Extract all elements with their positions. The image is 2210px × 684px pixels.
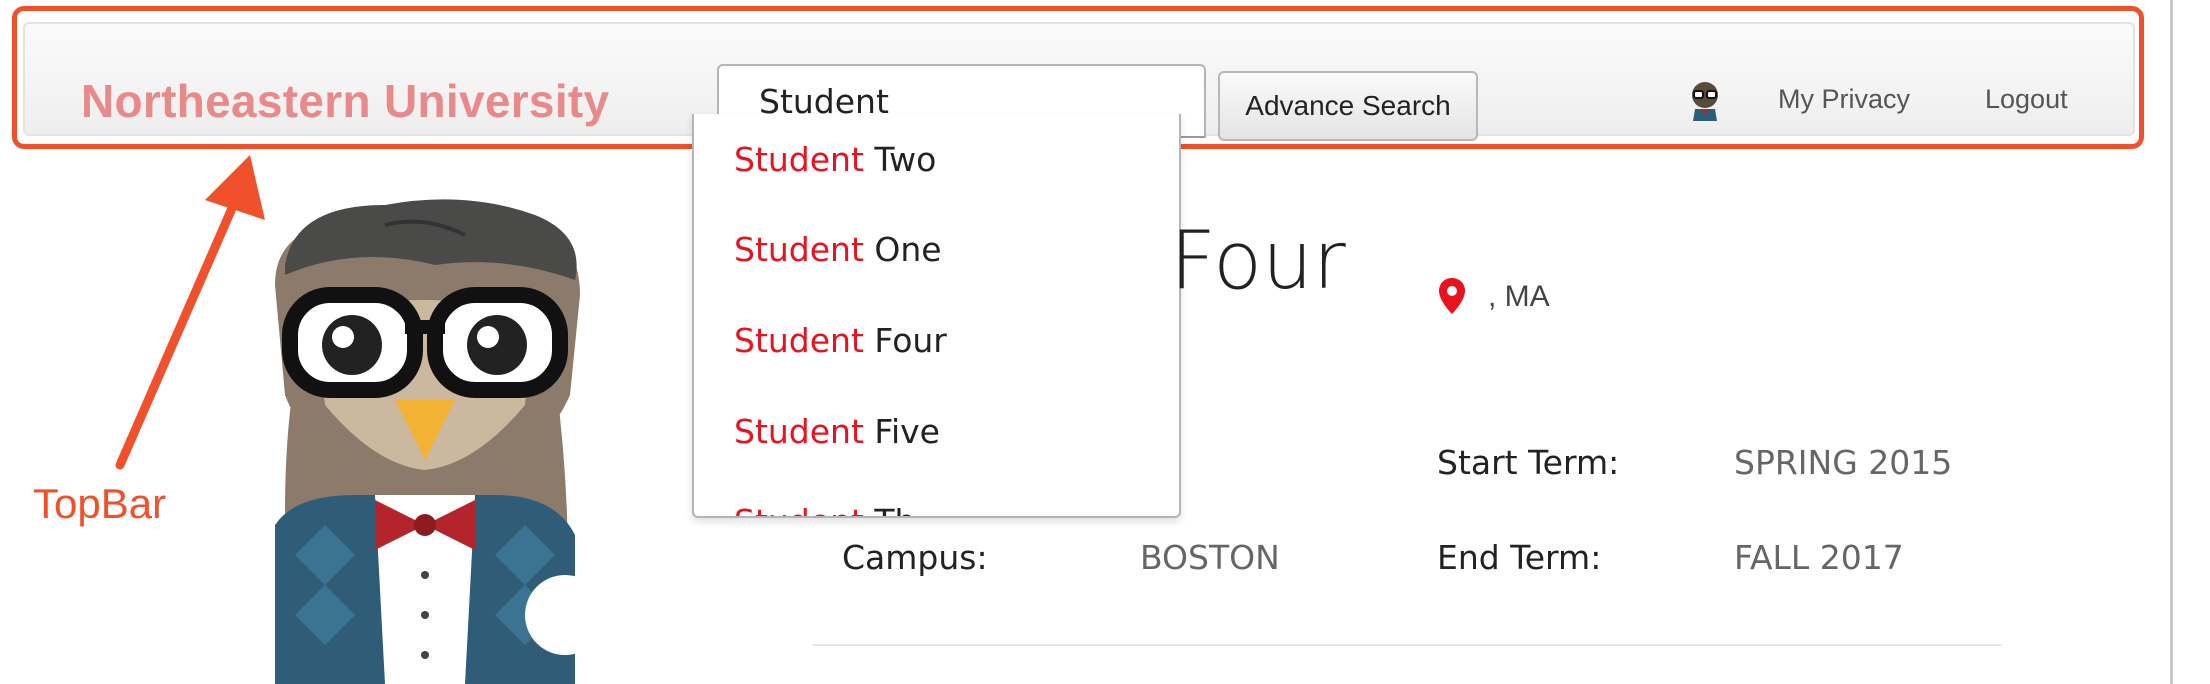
logout-link[interactable]: Logout [1985,84,2068,115]
avatar-icon[interactable] [1687,79,1723,121]
owl-mascot-illustration [275,199,605,684]
my-privacy-link[interactable]: My Privacy [1778,84,1910,115]
section-divider [812,644,2002,646]
autocomplete-item[interactable]: Student Four [734,321,947,360]
autocomplete-dropdown: Student Two Student One Student Four Stu… [692,114,1181,518]
end-term-label: End Term: [1437,538,1602,577]
profile-location: , MA [1488,280,1550,313]
autocomplete-item[interactable]: Student One [734,230,942,269]
profile-name-heading: Four [1170,214,1346,307]
location-pin-icon [1439,278,1465,314]
brand-logo[interactable]: Northeastern University [81,74,609,128]
campus-label: Campus: [842,538,988,577]
autocomplete-item[interactable]: Student Th [734,502,915,516]
start-term-value: SPRING 2015 [1734,443,1953,482]
annotation-label: TopBar [33,480,167,527]
autocomplete-item[interactable]: Student Five [734,412,940,451]
end-term-value: FALL 2017 [1734,538,1904,577]
annotation-arrow [115,155,265,470]
campus-value: BOSTON [1140,538,1280,577]
start-term-label: Start Term: [1437,443,1620,482]
advance-search-button[interactable]: Advance Search [1218,71,1478,141]
autocomplete-item[interactable]: Student Two [734,140,936,179]
window-edge [2170,0,2173,684]
